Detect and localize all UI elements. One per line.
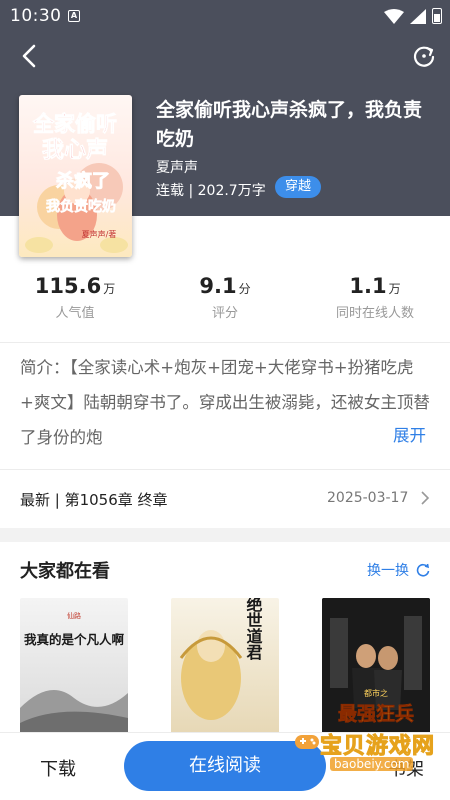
stat-unit: 万: [388, 282, 401, 296]
download-button[interactable]: 下载: [40, 755, 76, 781]
notification-a-icon: A: [68, 10, 80, 22]
signal-icon: [410, 9, 426, 24]
book-status: 连载: [156, 183, 184, 199]
status-time: 10:30: [10, 6, 62, 26]
recommend-book-2[interactable]: 绝世道君: [171, 598, 279, 738]
stat-value: 115.6: [34, 274, 102, 298]
back-arrow-icon: [22, 44, 36, 68]
book-meta: 连载 | 202.7万字: [156, 183, 266, 199]
switch-batch-button[interactable]: 换一换: [367, 560, 409, 580]
book-title: 全家偷听我心声杀疯了，我负责吃奶: [156, 99, 423, 150]
cover-title-line1: 全家偷听: [32, 112, 117, 136]
expand-intro-button[interactable]: 展开: [393, 422, 426, 446]
recommend-cover-title: 最强狂兵: [338, 703, 414, 725]
stat-label: 同时在线人数: [335, 306, 414, 321]
recommend-title: 大家都在看: [20, 561, 110, 582]
cover-title-line2: 我心声: [42, 138, 108, 163]
divider: [0, 342, 450, 343]
chevron-right-icon: [421, 491, 430, 505]
book-author[interactable]: 夏声声: [156, 157, 198, 177]
add-to-shelf-button[interactable]: 书架: [388, 755, 424, 781]
stat-unit: 万: [103, 282, 116, 296]
stat-value: 9.1: [199, 274, 237, 298]
refresh-button[interactable]: [408, 40, 440, 72]
latest-chapter-date: 2025-03-17: [327, 490, 409, 506]
book-cover: 全家偷听 我心声 杀疯了 我负责吃奶 夏声声/著: [19, 95, 132, 257]
cover-title-line3: 杀疯了: [56, 170, 110, 192]
section-gap: [0, 528, 450, 542]
latest-chapter-label: 最新 | 第1056章 终章: [20, 491, 168, 509]
wifi-icon: [384, 9, 404, 24]
refresh-icon: [413, 46, 435, 67]
bottom-action-bar: 下载 在线阅读 书架: [0, 732, 450, 800]
stat-unit: 分: [238, 282, 251, 296]
latest-chapter-row[interactable]: 最新 | 第1056章 终章 2025-03-17: [0, 470, 450, 528]
cover-author: 夏声声/著: [82, 229, 117, 239]
read-online-button[interactable]: 在线阅读: [124, 741, 326, 791]
battery-icon: [432, 8, 442, 24]
book-detail-page: 10:30 A 全家偷听我心声杀疯了，我负责吃奶 夏声声 连载 | 202.7万…: [0, 0, 450, 800]
book-stats: 115.6 万 人气值 9.1 分 评分 1.1 万 同时在线人数: [0, 258, 450, 342]
back-button[interactable]: [14, 40, 46, 72]
stat-online: 1.1 万 同时在线人数: [300, 274, 450, 321]
status-bar: 10:30 A: [0, 0, 450, 32]
stat-label: 人气值: [55, 306, 95, 321]
refresh-small-icon: [416, 563, 430, 577]
recommend-cover-title: 绝世道君: [244, 598, 263, 661]
recommend-book-1[interactable]: 仙路 我真的是个凡人啊: [20, 598, 128, 738]
genre-tag[interactable]: 穿越: [275, 176, 322, 198]
recommend-cover-title: 我真的是个凡人啊: [24, 632, 125, 647]
stat-label: 评分: [211, 306, 238, 321]
stat-popularity: 115.6 万 人气值: [0, 274, 150, 321]
book-intro[interactable]: 简介：【全家读心术+炮灰+团宠+大佬穿书+扮猪吃虎+爽文】陆朝朝穿书了。穿成出生…: [20, 350, 432, 455]
book-word-count: 202.7万字: [197, 183, 266, 199]
recommend-cover-small: 都市之: [364, 688, 388, 698]
cover-title-line4: 我负责吃奶: [46, 198, 116, 215]
stat-value: 1.1: [349, 274, 387, 298]
recommend-book-3[interactable]: 都市之 最强狂兵: [322, 598, 430, 738]
stat-rating: 9.1 分 评分: [150, 274, 300, 321]
recommend-cover-small: 仙路: [67, 611, 81, 620]
